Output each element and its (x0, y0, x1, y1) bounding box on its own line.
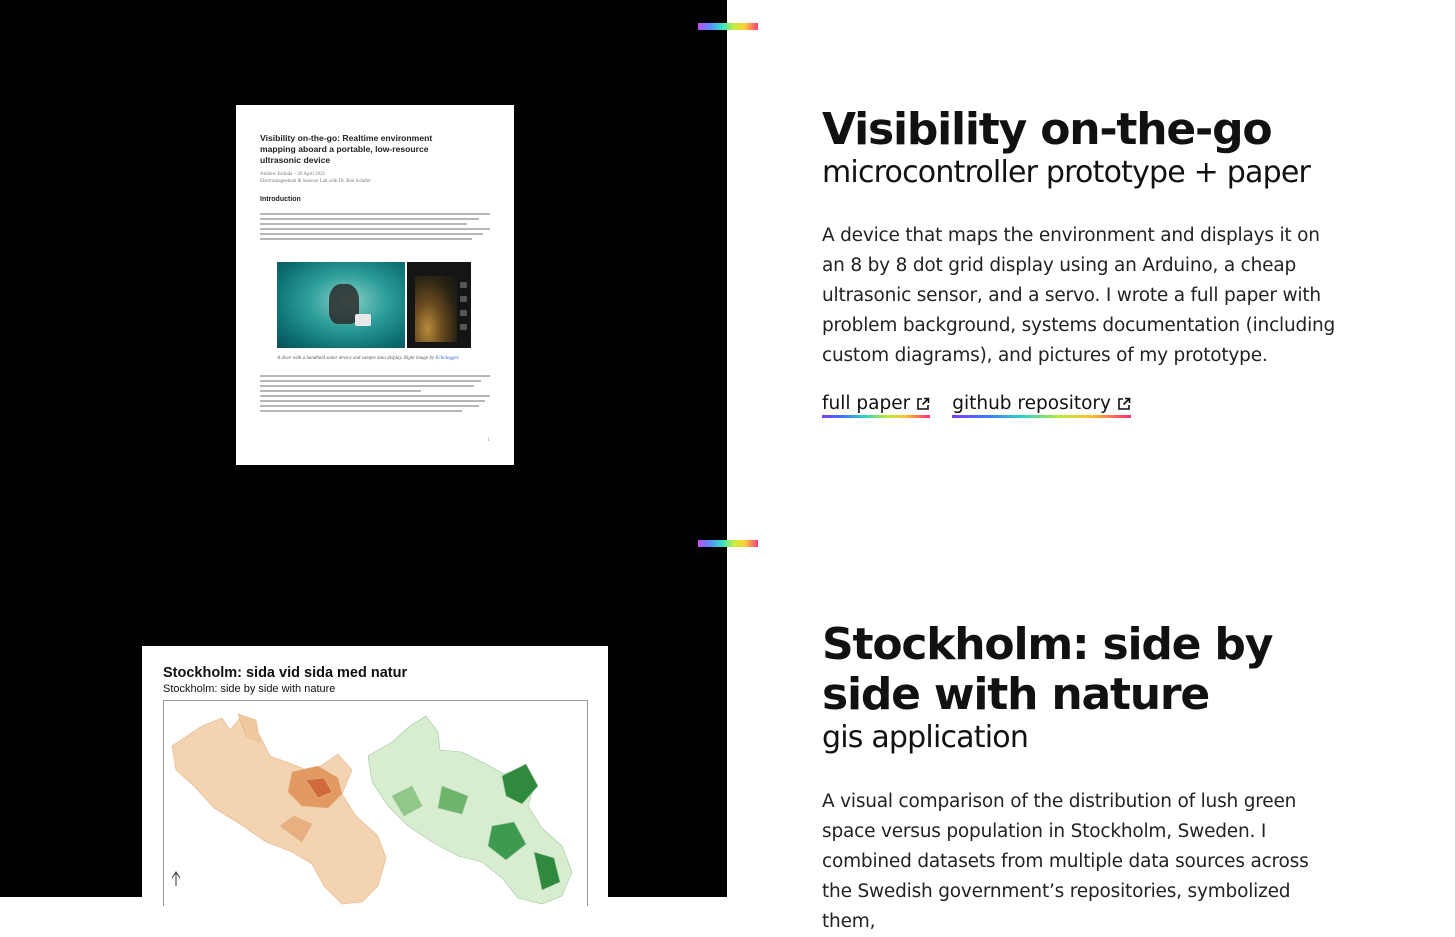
paper-lab: Electromagnetism & Sensors Lab with Dr. … (260, 179, 371, 184)
stockholm-maps (171, 713, 573, 905)
project-subtitle: gis application (822, 720, 1029, 755)
full-paper-link-label: full paper (822, 393, 911, 414)
project-title: Stockholm: side by side with nature (822, 619, 1273, 720)
paper-author-date: Andrew Eslinda – 26 April 2021 (260, 172, 326, 177)
project-links: full paper github repository (822, 393, 1131, 418)
paper-section-heading: Introduction (260, 196, 301, 203)
page-number: 1 (487, 438, 491, 443)
external-link-icon (1118, 397, 1131, 410)
greenspace-map (367, 715, 573, 905)
diver-photo (277, 262, 405, 348)
full-paper-link[interactable]: full paper (822, 393, 931, 418)
paper-text-block (260, 213, 490, 243)
rainbow-divider-bar (698, 540, 758, 547)
rainbow-divider-bar (698, 23, 758, 30)
population-map (171, 713, 387, 905)
project-description: A device that maps the environment and d… (822, 225, 1336, 366)
project-title: Visibility on-the-go (822, 104, 1273, 155)
project-description: A visual comparison of the distribution … (822, 791, 1309, 932)
paper-thumbnail[interactable]: Visibility on-the-go: Realtime environme… (236, 105, 514, 465)
external-link-icon (917, 397, 930, 410)
map-thumbnail[interactable]: Stockholm: sida vid sida med natur Stock… (142, 646, 608, 906)
project-subtitle: microcontroller prototype + paper (822, 155, 1311, 190)
figure-caption: A diver with a handheld sonar device and… (277, 356, 460, 361)
paper-text-block (260, 375, 490, 415)
github-link-label: github repository (952, 393, 1111, 414)
north-arrow (171, 871, 181, 886)
paper-title: Visibility on-the-go: Realtime environme… (260, 133, 433, 165)
paper-meta: Andrew Eslinda – 26 April 2021 Electroma… (260, 171, 480, 185)
sonar-display-photo (407, 262, 471, 348)
github-repository-link[interactable]: github repository (952, 393, 1131, 418)
